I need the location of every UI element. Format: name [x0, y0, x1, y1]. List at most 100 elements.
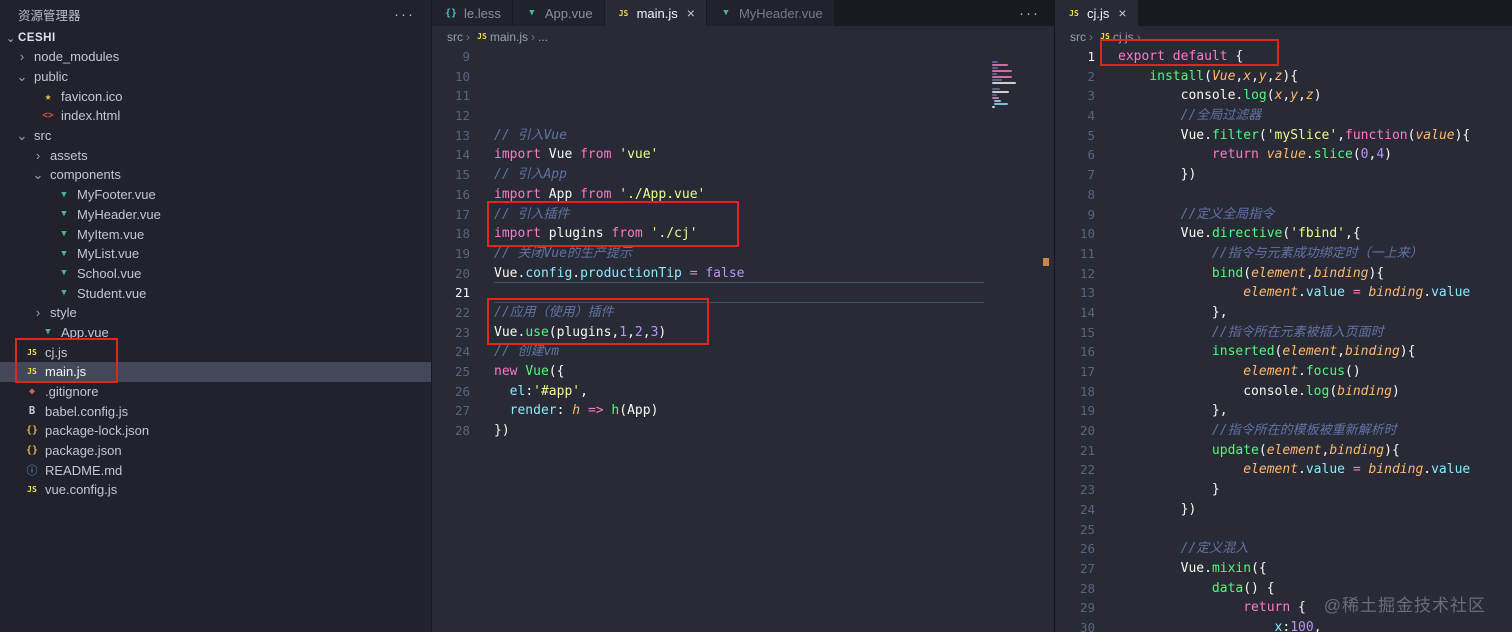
code-line-26[interactable]: 26 el:'#app',	[432, 382, 1054, 402]
tree-item-MyList.vue[interactable]: ▼ MyList.vue	[0, 244, 431, 264]
editor-more-actions-icon[interactable]: ···	[1005, 0, 1054, 26]
tree-item-main.js[interactable]: JS main.js	[0, 362, 431, 382]
tree-item-babel.config.js[interactable]: Bbabel.config.js	[0, 401, 431, 421]
code-line-9[interactable]: 9	[432, 47, 1054, 67]
tree-item-MyHeader.vue[interactable]: ▼ MyHeader.vue	[0, 205, 431, 225]
code-line-27[interactable]: 27 render: h => h(App)	[432, 401, 1054, 421]
code-line-18[interactable]: 18 console.log(binding)	[1055, 382, 1512, 402]
tree-item-public[interactable]: ⌄ public	[0, 67, 431, 87]
code-line-21[interactable]: 21 update(element,binding){	[1055, 441, 1512, 461]
tab-le.less[interactable]: {} le.less	[432, 0, 513, 26]
code-line-25[interactable]: 25 new Vue({	[432, 362, 1054, 382]
code-line-22[interactable]: 22 element.value = binding.value	[1055, 460, 1512, 480]
code-line-4[interactable]: 4 //全局过滤器	[1055, 106, 1512, 126]
tab-App.vue[interactable]: ▼ App.vue	[512, 0, 605, 26]
code-line-20[interactable]: 20 Vue.config.productionTip = false	[432, 264, 1054, 284]
code-line-23[interactable]: 23 Vue.use(plugins,1,2,3)	[432, 323, 1054, 343]
code-text: // 创建vm	[494, 344, 560, 360]
tree-item-School.vue[interactable]: ▼ School.vue	[0, 264, 431, 284]
tree-item-MyFooter.vue[interactable]: ▼ MyFooter.vue	[0, 185, 431, 205]
tree-item-node_modules[interactable]: › node_modules	[0, 47, 431, 67]
code-line-29[interactable]: 29 return {	[1055, 598, 1512, 618]
breadcrumb-item[interactable]: cj.js	[1113, 30, 1134, 44]
tree-item-index.html[interactable]: <> index.html	[0, 106, 431, 126]
code-line-15[interactable]: 15 // 引入App	[432, 165, 1054, 185]
code-line-25[interactable]: 25	[1055, 520, 1512, 540]
code-line-13[interactable]: 13 element.value = binding.value	[1055, 283, 1512, 303]
tree-item-src[interactable]: ⌄ src	[0, 126, 431, 146]
tab-MyHeader.vue[interactable]: ▼ MyHeader.vue	[706, 0, 835, 26]
tab-main.js[interactable]: JS main.js ×	[604, 0, 707, 26]
tree-item-cj.js[interactable]: JS cj.js	[0, 342, 431, 362]
minimap[interactable]	[992, 49, 1038, 109]
code-line-28[interactable]: 28 data() {	[1055, 579, 1512, 599]
tree-item-label: Student.vue	[77, 285, 147, 301]
line-number: 7	[1087, 167, 1095, 183]
code-line-11[interactable]: 11	[432, 86, 1054, 106]
code-text: render: h => h(App)	[509, 403, 659, 419]
code-line-17[interactable]: 17 element.focus()	[1055, 362, 1512, 382]
code-line-14[interactable]: 14 import Vue from 'vue'	[432, 145, 1054, 165]
code-line-17[interactable]: 17 // 引入插件	[432, 205, 1054, 225]
tree-item-Student.vue[interactable]: ▼ Student.vue	[0, 283, 431, 303]
tree-item-favicon.ico[interactable]: ★ favicon.ico	[0, 86, 431, 106]
tree-item-MyItem.vue[interactable]: ▼ MyItem.vue	[0, 224, 431, 244]
code-text: console.log(x,y,z)	[1180, 88, 1322, 104]
code-text: // 引入插件	[494, 206, 570, 222]
tree-item-App.vue[interactable]: ▼ App.vue	[0, 323, 431, 343]
tree-item-assets[interactable]: › assets	[0, 145, 431, 165]
code-line-12[interactable]: 12	[432, 106, 1054, 126]
code-line-13[interactable]: 13 // 引入Vue	[432, 126, 1054, 146]
code-line-3[interactable]: 3 console.log(x,y,z)	[1055, 86, 1512, 106]
line-number: 17	[454, 206, 470, 222]
close-icon[interactable]: ×	[687, 5, 695, 21]
tree-item-package-lock.json[interactable]: {} package-lock.json	[0, 421, 431, 441]
code-line-10[interactable]: 10	[432, 67, 1054, 87]
close-icon[interactable]: ×	[1118, 5, 1126, 21]
code-line-18[interactable]: 18 import plugins from './cj'	[432, 224, 1054, 244]
breadcrumb-item[interactable]: src	[1070, 30, 1086, 44]
code-line-5[interactable]: 5 Vue.filter('mySlice',function(value){	[1055, 126, 1512, 146]
section-header-ceshi[interactable]: ⌄ CESHI	[0, 28, 431, 47]
code-line-10[interactable]: 10 Vue.directive('fbind',{	[1055, 224, 1512, 244]
code-line-14[interactable]: 14 },	[1055, 303, 1512, 323]
code-line-24[interactable]: 24 })	[1055, 500, 1512, 520]
code-line-12[interactable]: 12 bind(element,binding){	[1055, 264, 1512, 284]
code-text: el:'#app',	[509, 383, 588, 399]
code-text: },	[1211, 304, 1228, 320]
code-line-7[interactable]: 7 })	[1055, 165, 1512, 185]
code-line-30[interactable]: 30 x:100,	[1055, 618, 1512, 632]
code-line-23[interactable]: 23 }	[1055, 480, 1512, 500]
tree-item-components[interactable]: ⌄ components	[0, 165, 431, 185]
code-line-24[interactable]: 24 // 创建vm	[432, 342, 1054, 362]
code-line-9[interactable]: 9 //定义全局指令	[1055, 205, 1512, 225]
tree-item-vue.config.js[interactable]: JS vue.config.js	[0, 480, 431, 500]
tree-item-package.json[interactable]: {} package.json	[0, 441, 431, 461]
tree-item-style[interactable]: › style	[0, 303, 431, 323]
vscode-window: 资源管理器 ··· ⌄ CESHI › node_modules ⌄ public ★ f…	[0, 0, 1512, 632]
tree-item-label: index.html	[61, 108, 121, 124]
code-line-21[interactable]: 21	[432, 282, 1054, 303]
breadcrumb-item[interactable]: src	[447, 30, 463, 44]
breadcrumb-item[interactable]: main.js	[490, 30, 528, 44]
code-line-16[interactable]: 16 inserted(element,binding){	[1055, 342, 1512, 362]
more-actions-icon[interactable]: ···	[394, 6, 415, 23]
code-line-27[interactable]: 27 Vue.mixin({	[1055, 559, 1512, 579]
code-line-8[interactable]: 8	[1055, 185, 1512, 205]
code-line-2[interactable]: 2 install(Vue,x,y,z){	[1055, 67, 1512, 87]
code-line-16[interactable]: 16 import App from './App.vue'	[432, 185, 1054, 205]
code-line-6[interactable]: 6 return value.slice(0,4)	[1055, 145, 1512, 165]
code-line-20[interactable]: 20 //指令所在的模板被重新解析时	[1055, 421, 1512, 441]
tree-item-README.md[interactable]: ⓘ README.md	[0, 460, 431, 480]
code-line-19[interactable]: 19 // 关闭Vue的生产提示	[432, 244, 1054, 264]
tab-cj.js[interactable]: JS cj.js ×	[1055, 0, 1139, 26]
breadcrumb-item[interactable]: ...	[538, 30, 548, 44]
code-line-1[interactable]: 1 export default {	[1055, 47, 1512, 67]
code-line-28[interactable]: 28})	[432, 421, 1054, 441]
code-line-11[interactable]: 11 //指令与元素成功绑定时（一上来）	[1055, 244, 1512, 264]
code-line-26[interactable]: 26 //定义混入	[1055, 539, 1512, 559]
code-line-19[interactable]: 19 },	[1055, 401, 1512, 421]
code-line-22[interactable]: 22 //应用（使用）插件	[432, 303, 1054, 323]
code-line-15[interactable]: 15 //指令所在元素被插入页面时	[1055, 323, 1512, 343]
tree-item-.gitignore[interactable]: ◆ .gitignore	[0, 382, 431, 402]
